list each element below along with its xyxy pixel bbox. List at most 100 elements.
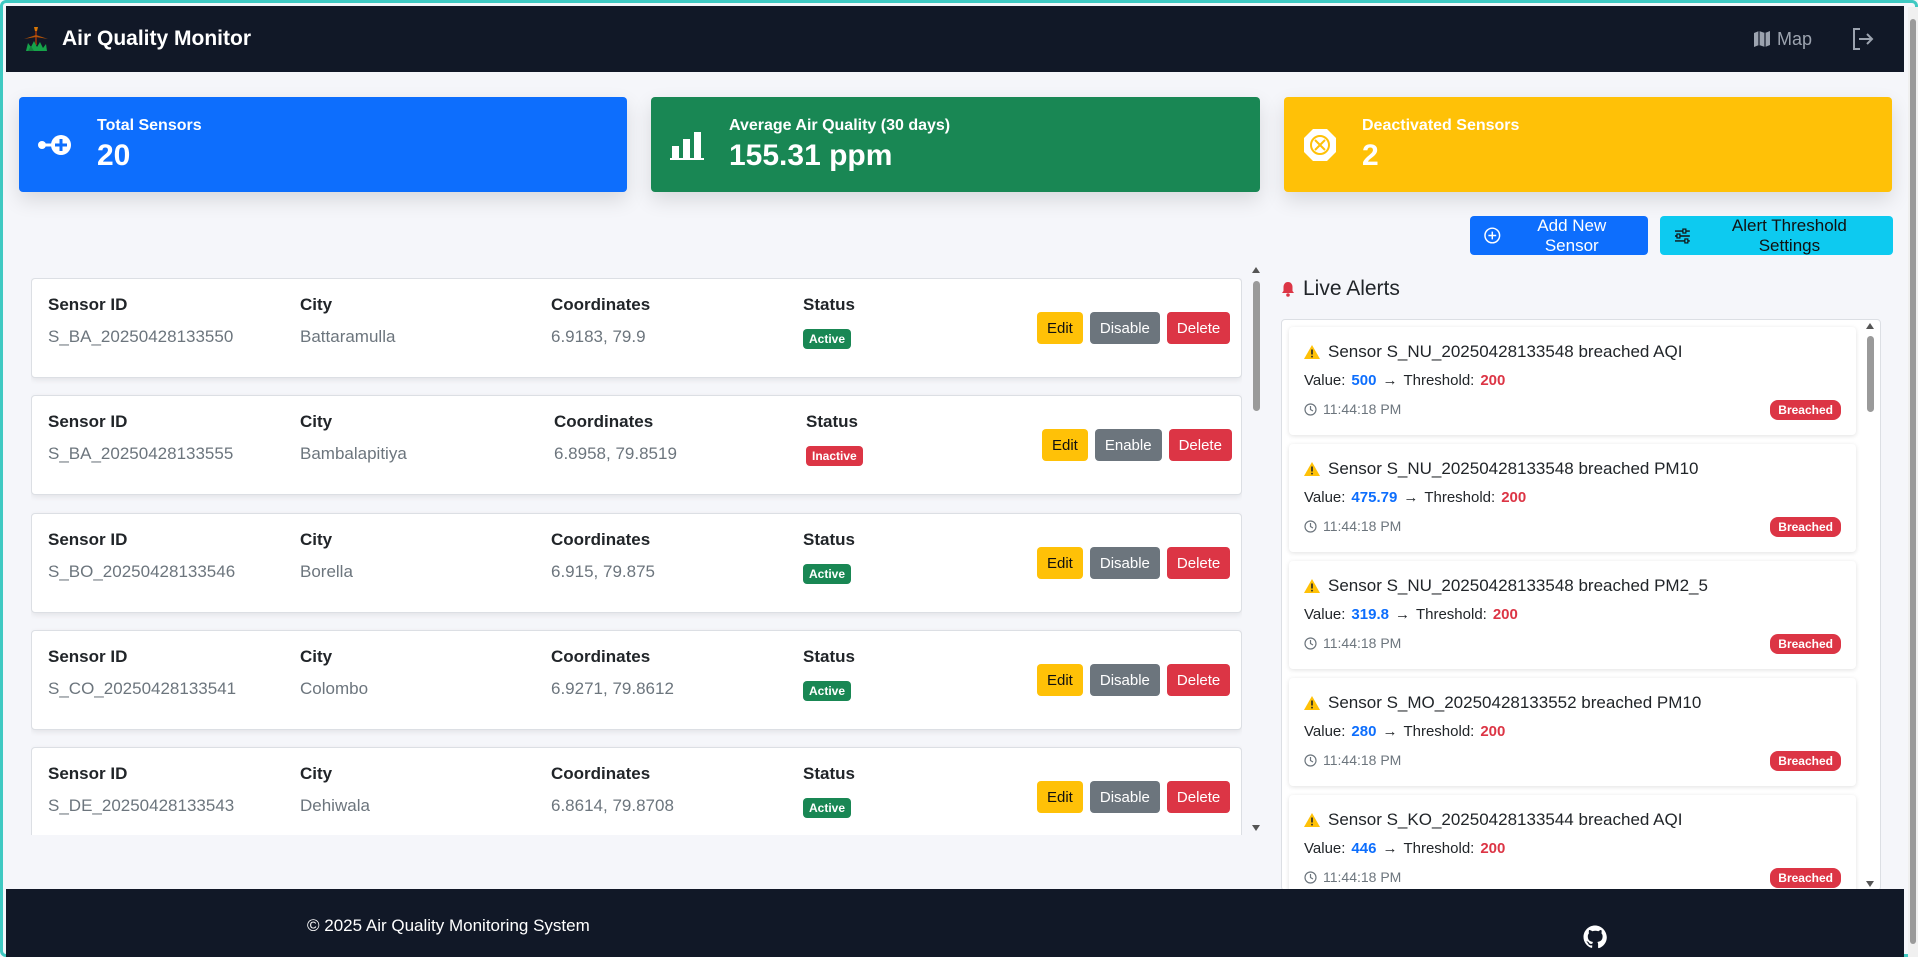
delete-button[interactable]: Delete bbox=[1166, 781, 1231, 813]
coordinates-value: 6.8614, 79.8708 bbox=[551, 796, 674, 815]
status-header: Status bbox=[803, 295, 855, 314]
add-new-sensor-label: Add New Sensor bbox=[1537, 215, 1607, 255]
edit-button[interactable]: Edit bbox=[1037, 312, 1083, 344]
status-header: Status bbox=[803, 530, 855, 549]
alerts-scrollbar[interactable] bbox=[1864, 320, 1876, 890]
status-badge: Active bbox=[803, 564, 852, 584]
coordinates-header: Coordinates bbox=[551, 647, 651, 666]
map-icon bbox=[1753, 31, 1770, 47]
footer: © 2025 Air Quality Monitoring System bbox=[6, 889, 1904, 957]
bar-chart-icon bbox=[670, 131, 704, 160]
disable-button[interactable]: Disable bbox=[1089, 781, 1160, 813]
sensor-id-header: Sensor ID bbox=[48, 412, 128, 431]
edit-button[interactable]: Edit bbox=[1042, 429, 1088, 461]
status-header: Status bbox=[806, 412, 858, 431]
coordinates-value: 6.8958, 79.8519 bbox=[554, 444, 677, 463]
breached-badge: Breached bbox=[1770, 634, 1841, 654]
footer-copyright: © 2025 Air Quality Monitoring System bbox=[307, 916, 590, 935]
scroll-down-arrow[interactable] bbox=[1252, 825, 1260, 831]
coordinates-header: Coordinates bbox=[551, 764, 651, 783]
alert-time: 11:44:18 PM bbox=[1323, 752, 1402, 768]
value-label: Value: bbox=[1304, 606, 1346, 623]
city-value: Dehiwala bbox=[300, 796, 370, 815]
delete-button[interactable]: Delete bbox=[1166, 547, 1231, 579]
live-alerts-title: Live Alerts bbox=[1303, 277, 1400, 300]
bell-icon bbox=[1282, 282, 1294, 297]
edit-button[interactable]: Edit bbox=[1037, 664, 1083, 696]
average-air-quality-value: 155.31 ppm bbox=[729, 138, 893, 172]
alert-time: 11:44:18 PM bbox=[1323, 401, 1402, 417]
value-label: Value: bbox=[1304, 840, 1346, 857]
sensor-id-header: Sensor ID bbox=[48, 764, 128, 783]
threshold-label: Threshold: bbox=[1403, 723, 1475, 740]
coordinates-header: Coordinates bbox=[551, 295, 651, 314]
plus-circle-icon bbox=[1484, 227, 1501, 244]
logout-icon[interactable] bbox=[1850, 26, 1876, 52]
alert-text: Sensor S_MO_20250428133552 breached PM10 bbox=[1328, 693, 1702, 712]
factory-logo-icon bbox=[24, 27, 48, 51]
disable-button[interactable]: Disable bbox=[1089, 547, 1160, 579]
page-scrollbar[interactable] bbox=[1908, 7, 1918, 957]
alert-threshold: 200 bbox=[1492, 606, 1518, 623]
sensor-id-value: S_DE_20250428133543 bbox=[48, 796, 235, 815]
status-badge: Inactive bbox=[806, 446, 863, 466]
scroll-up-arrow[interactable] bbox=[1866, 323, 1874, 329]
breached-badge: Breached bbox=[1770, 751, 1841, 771]
status-badge: Active bbox=[803, 329, 852, 349]
arrow-right-icon: → bbox=[1382, 840, 1398, 857]
alert-threshold: 200 bbox=[1501, 489, 1527, 506]
app-title: Air Quality Monitor bbox=[62, 27, 251, 50]
map-link[interactable]: Map bbox=[1753, 29, 1812, 50]
city-header: City bbox=[300, 412, 333, 431]
warning-icon bbox=[1304, 462, 1320, 476]
sensor-list-scrollbar[interactable] bbox=[1250, 265, 1262, 835]
alert-text: Sensor S_KO_20250428133544 breached AQI bbox=[1328, 810, 1683, 829]
alert-item: Sensor S_KO_20250428133544 breached AQI … bbox=[1289, 795, 1856, 890]
threshold-label: Threshold: bbox=[1424, 489, 1496, 506]
disable-button[interactable]: Disable bbox=[1089, 664, 1160, 696]
warning-icon bbox=[1304, 579, 1320, 593]
add-new-sensor-button[interactable]: Add New Sensor bbox=[1470, 216, 1648, 255]
city-header: City bbox=[300, 764, 333, 783]
alerts-panel[interactable]: Sensor S_NU_20250428133548 breached AQI … bbox=[1281, 319, 1881, 891]
warning-icon bbox=[1304, 813, 1320, 827]
clock-icon bbox=[1304, 870, 1317, 884]
github-icon[interactable] bbox=[1583, 925, 1607, 949]
enable-button[interactable]: Enable bbox=[1094, 429, 1162, 461]
edit-button[interactable]: Edit bbox=[1037, 547, 1083, 579]
scroll-up-arrow[interactable] bbox=[1252, 267, 1260, 273]
value-label: Value: bbox=[1304, 723, 1346, 740]
brand[interactable]: Air Quality Monitor bbox=[20, 23, 251, 55]
delete-button[interactable]: Delete bbox=[1168, 429, 1232, 461]
alert-value: 280 bbox=[1351, 723, 1377, 740]
arrow-right-icon: → bbox=[1382, 372, 1398, 389]
delete-button[interactable]: Delete bbox=[1166, 312, 1231, 344]
coordinates-value: 6.9271, 79.8612 bbox=[551, 679, 674, 698]
alert-item: Sensor S_NU_20250428133548 breached PM2_… bbox=[1289, 561, 1856, 669]
alert-value: 500 bbox=[1351, 372, 1377, 389]
alert-threshold-settings-button[interactable]: Alert Threshold Settings bbox=[1660, 216, 1893, 255]
sensor-list[interactable]: Sensor ID S_BA_20250428133550 City Batta… bbox=[31, 278, 1242, 835]
city-value: Borella bbox=[300, 562, 353, 581]
sensor-row: Sensor ID S_DE_20250428133543 City Dehiw… bbox=[31, 747, 1242, 835]
breached-badge: Breached bbox=[1770, 868, 1841, 888]
scroll-down-arrow[interactable] bbox=[1866, 881, 1874, 887]
alert-text: Sensor S_NU_20250428133548 breached PM10 bbox=[1328, 459, 1699, 478]
alert-text: Sensor S_NU_20250428133548 breached AQI bbox=[1328, 342, 1683, 361]
city-value: Colombo bbox=[300, 679, 369, 698]
delete-button[interactable]: Delete bbox=[1166, 664, 1231, 696]
city-header: City bbox=[300, 530, 333, 549]
disable-button[interactable]: Disable bbox=[1089, 312, 1160, 344]
breached-badge: Breached bbox=[1770, 517, 1841, 537]
coordinates-value: 6.9183, 79.9 bbox=[551, 327, 646, 346]
arrow-right-icon: → bbox=[1394, 606, 1410, 623]
sensor-row: Sensor ID S_CO_20250428133541 City Colom… bbox=[31, 630, 1242, 730]
alert-item: Sensor S_NU_20250428133548 breached AQI … bbox=[1289, 327, 1856, 435]
alert-item: Sensor S_NU_20250428133548 breached PM10… bbox=[1289, 444, 1856, 552]
breached-badge: Breached bbox=[1770, 400, 1841, 420]
coordinates-header: Coordinates bbox=[551, 530, 651, 549]
status-header: Status bbox=[803, 764, 855, 783]
city-header: City bbox=[300, 647, 333, 666]
status-badge: Active bbox=[803, 681, 852, 701]
edit-button[interactable]: Edit bbox=[1037, 781, 1083, 813]
